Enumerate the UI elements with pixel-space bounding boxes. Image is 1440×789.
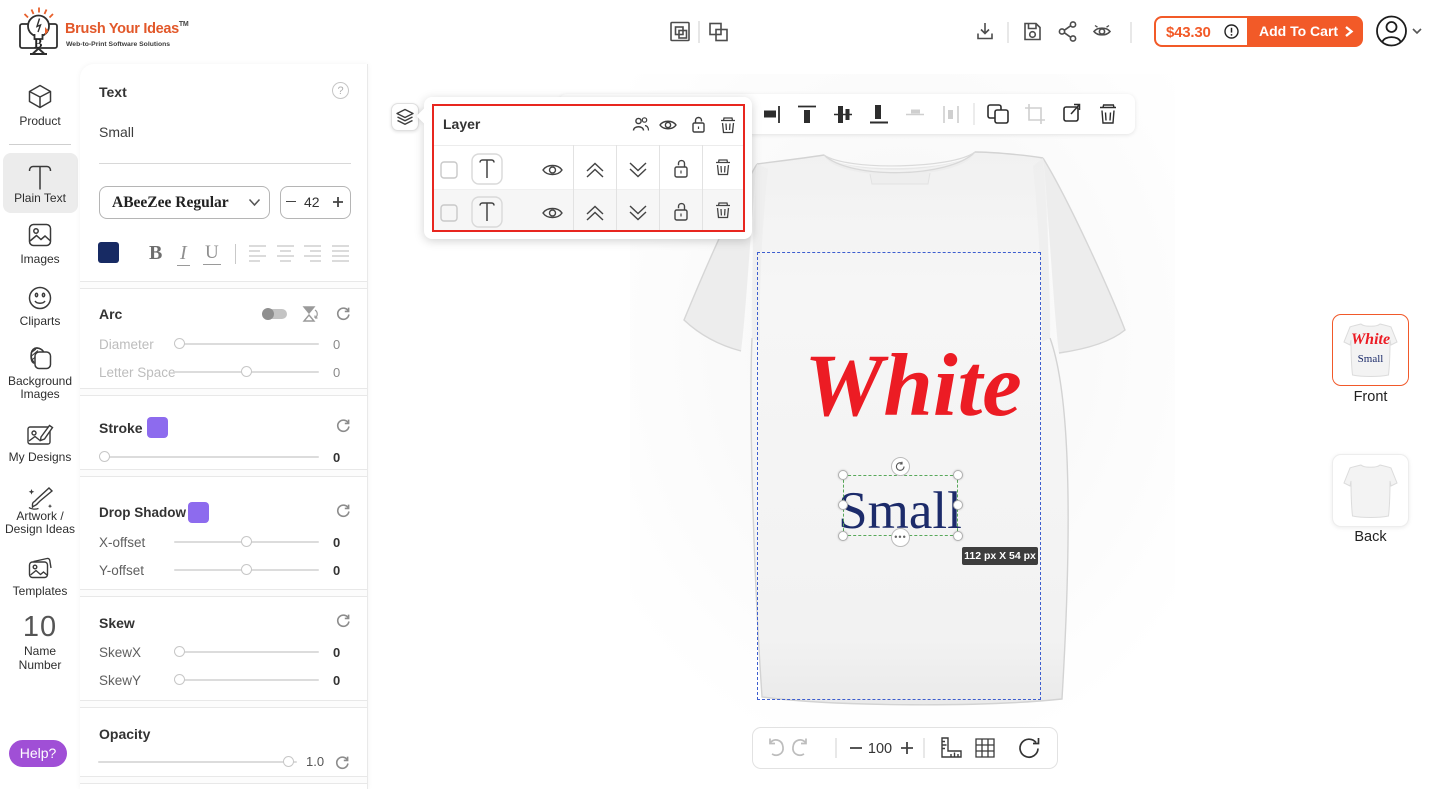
svg-text:100: 100: [868, 741, 892, 757]
svg-text:White: White: [804, 337, 1022, 435]
svg-text:B: B: [34, 37, 42, 51]
svg-text:White: White: [1351, 331, 1390, 348]
svg-text:Small: Small: [1358, 353, 1384, 365]
